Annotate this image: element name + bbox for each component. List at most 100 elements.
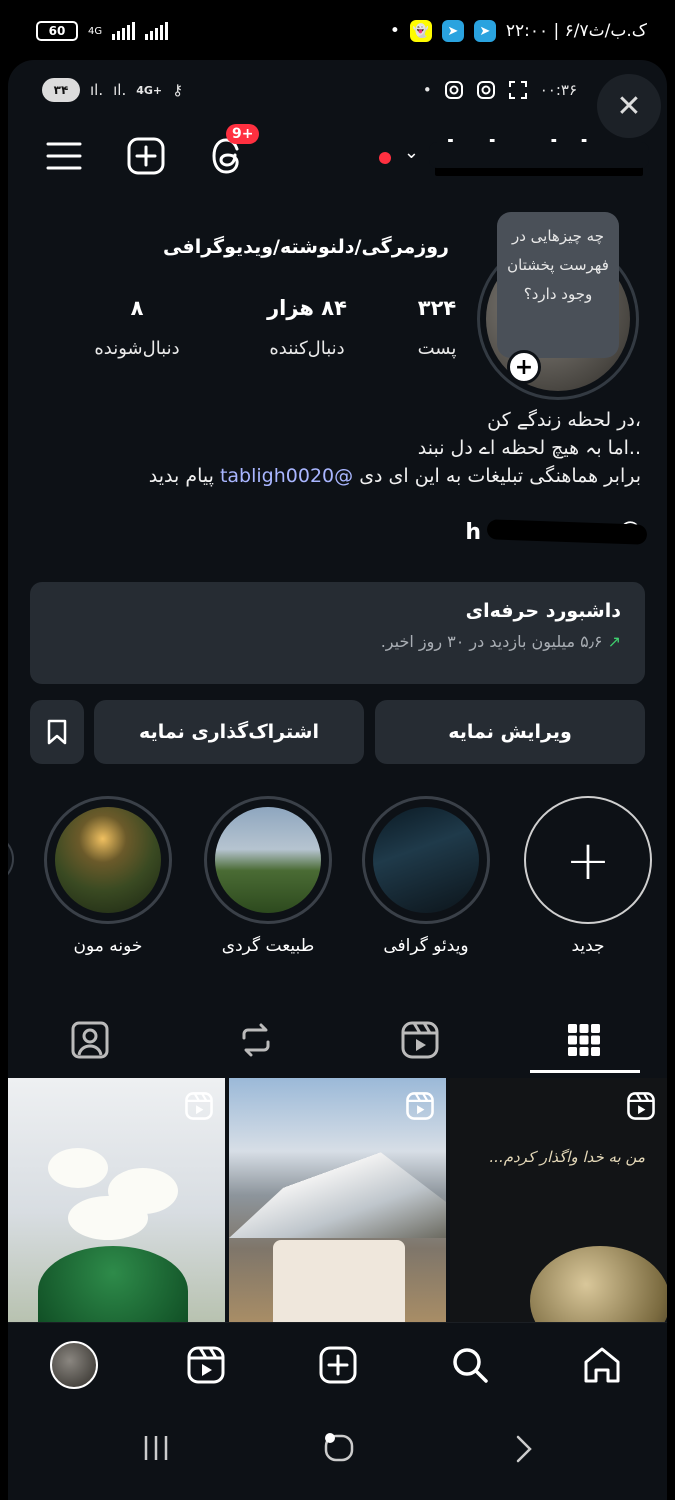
home-icon xyxy=(584,1347,620,1383)
trend-up-icon: ↗ xyxy=(607,632,621,651)
nav-search[interactable] xyxy=(446,1341,494,1389)
stat-label: پست xyxy=(417,338,457,359)
threads-handle-link[interactable]: @tabligh0020 xyxy=(214,465,353,487)
post-image-detail xyxy=(48,1148,108,1188)
tab-reposts[interactable] xyxy=(226,1010,286,1070)
profile-category: روزمرگی/دلنوشته/ویدیوگرافی xyxy=(163,236,449,258)
reel-icon xyxy=(627,1092,655,1120)
notes-tooltip[interactable]: چه چیزهایی در فهرست پخشتان وجود دارد؟ xyxy=(497,212,619,358)
professional-dashboard[interactable]: داشبورد حرفه‌ای ↗ ۵٫۶ میلیون بازدید در ۳… xyxy=(30,582,645,684)
highlight-label: خونه مون xyxy=(73,936,143,956)
stat-value: ۳۲۴ xyxy=(417,296,457,320)
battery-icon: 60 xyxy=(36,21,78,41)
share-profile-button[interactable]: اشتراک‌گذاری نمایه xyxy=(94,700,364,764)
grid-post[interactable]: من به خدا واگذار کردم... xyxy=(450,1078,667,1322)
back-icon[interactable] xyxy=(512,1434,536,1468)
highlight-label: ویدئو گرافی xyxy=(383,936,469,956)
system-navigation xyxy=(8,1404,667,1500)
network-type: 4G xyxy=(88,25,103,37)
bottom-navigation xyxy=(8,1322,667,1404)
nav-reels[interactable] xyxy=(182,1341,230,1389)
inner-time: ۰۰:۳۶ xyxy=(539,81,577,99)
nav-home[interactable] xyxy=(578,1341,626,1389)
create-post-icon[interactable] xyxy=(126,136,166,176)
active-tab-indicator xyxy=(530,1070,640,1073)
highlight-item[interactable]: ویدئو گرافی xyxy=(362,796,490,956)
post-image-detail xyxy=(530,1246,667,1322)
post-image-detail xyxy=(38,1246,188,1322)
reels-icon xyxy=(401,1021,439,1059)
stat-label: دنبال‌شونده xyxy=(94,338,180,359)
highlight-ring xyxy=(44,796,172,924)
inner-status-bar: ۳۴ ıl. ıl. 4G+ ⚷ • ۰۰:۳۶ xyxy=(8,60,667,120)
highlight-ring xyxy=(204,796,332,924)
chevron-down-icon[interactable]: ⌄ xyxy=(404,142,419,163)
stat-following[interactable]: ۸ دنبال‌شونده xyxy=(77,296,197,359)
nav-create[interactable] xyxy=(314,1341,362,1389)
bio-handle: tabligh0020 xyxy=(219,465,335,487)
dashboard-title: داشبورد حرفه‌ای xyxy=(465,600,621,622)
tab-reels[interactable] xyxy=(390,1010,450,1070)
tab-tagged[interactable] xyxy=(60,1010,120,1070)
telegram-icon-2: ➤ xyxy=(473,20,496,42)
post-caption: من به خدا واگذار کردم... xyxy=(489,1148,645,1166)
highlight-cover xyxy=(373,807,479,913)
post-image-detail xyxy=(273,1240,405,1322)
highlight-cover xyxy=(215,807,321,913)
threads-icon: @ xyxy=(334,465,354,487)
tab-grid[interactable] xyxy=(554,1010,614,1070)
reels-icon xyxy=(187,1346,225,1384)
highlight-new[interactable]: + جدید xyxy=(524,796,652,956)
bio-line: برابر هماهنگی تبلیغات به این ای دی @tabl… xyxy=(21,462,641,490)
signal-icon: ıl. xyxy=(90,81,104,99)
bookmark-button[interactable] xyxy=(30,700,84,764)
add-story-icon[interactable]: + xyxy=(507,350,541,384)
stat-followers[interactable]: ۸۴ هزار دنبال‌کننده xyxy=(247,296,367,359)
reel-icon xyxy=(185,1092,213,1120)
reel-icon xyxy=(406,1092,434,1120)
highlight-item[interactable]: خونه مون xyxy=(44,796,172,956)
search-icon xyxy=(453,1348,488,1383)
stat-value: ۸۴ هزار xyxy=(267,296,347,320)
signal-icon xyxy=(112,22,136,40)
grid-post[interactable] xyxy=(229,1078,446,1322)
highlight-label: جدید xyxy=(571,936,605,956)
link-text: h xyxy=(465,520,481,545)
system-status-bar: 60 4G • 👻 ➤ ➤ ۲۲:۰۰ | ۶/۷ک.ب/ث xyxy=(0,0,675,62)
recent-apps-icon[interactable] xyxy=(142,1434,170,1466)
create-post-icon xyxy=(319,1346,357,1384)
highlight-item[interactable]: طبیعت گردی xyxy=(204,796,332,956)
edit-profile-button[interactable]: ویرایش نمایه xyxy=(375,700,645,764)
grid-post[interactable] xyxy=(8,1078,225,1322)
notifications-badge: 9+ xyxy=(226,124,260,144)
battery-level: 60 xyxy=(48,24,66,38)
repost-icon xyxy=(242,1023,270,1057)
grid-icon xyxy=(568,1024,600,1056)
bio-text: برابر هماهنگی تبلیغات به این ای دی xyxy=(359,465,641,487)
posts-grid: من به خدا واگذار کردم... xyxy=(8,1078,667,1322)
live-dot-icon xyxy=(379,152,391,164)
highlight-partial[interactable] xyxy=(8,834,14,884)
home-gesture-icon[interactable] xyxy=(322,1432,356,1468)
signal-icon-2: ıl. xyxy=(113,81,127,99)
bookmark-icon xyxy=(47,719,67,745)
highlight-label: طبیعت گردی xyxy=(221,936,315,956)
stat-posts[interactable]: ۳۲۴ پست xyxy=(397,296,477,359)
post-image-detail xyxy=(68,1196,148,1240)
bio-text: پیام بدید xyxy=(148,465,214,487)
stat-value: ۸ xyxy=(130,296,144,320)
instagram-icon-2 xyxy=(476,81,495,99)
redaction-scribble xyxy=(429,142,649,168)
content-tabs xyxy=(8,1000,667,1076)
avatar xyxy=(50,1341,98,1389)
nav-profile[interactable] xyxy=(50,1341,98,1389)
instagram-icon xyxy=(444,81,463,99)
close-button[interactable]: ✕ xyxy=(597,74,661,138)
plus-icon: + xyxy=(524,796,652,924)
bio-line: ،در لحظه زندگے کن xyxy=(487,409,641,431)
profile-header: 9+ ⌄ hale_delam xyxy=(8,124,667,190)
tagged-user-icon xyxy=(71,1021,109,1059)
menu-icon[interactable] xyxy=(44,136,84,176)
highlight-cover xyxy=(55,807,161,913)
profile-bio: ،در لحظه زندگے کن ..اما بہ هیچ لحظه اے د… xyxy=(21,406,641,490)
